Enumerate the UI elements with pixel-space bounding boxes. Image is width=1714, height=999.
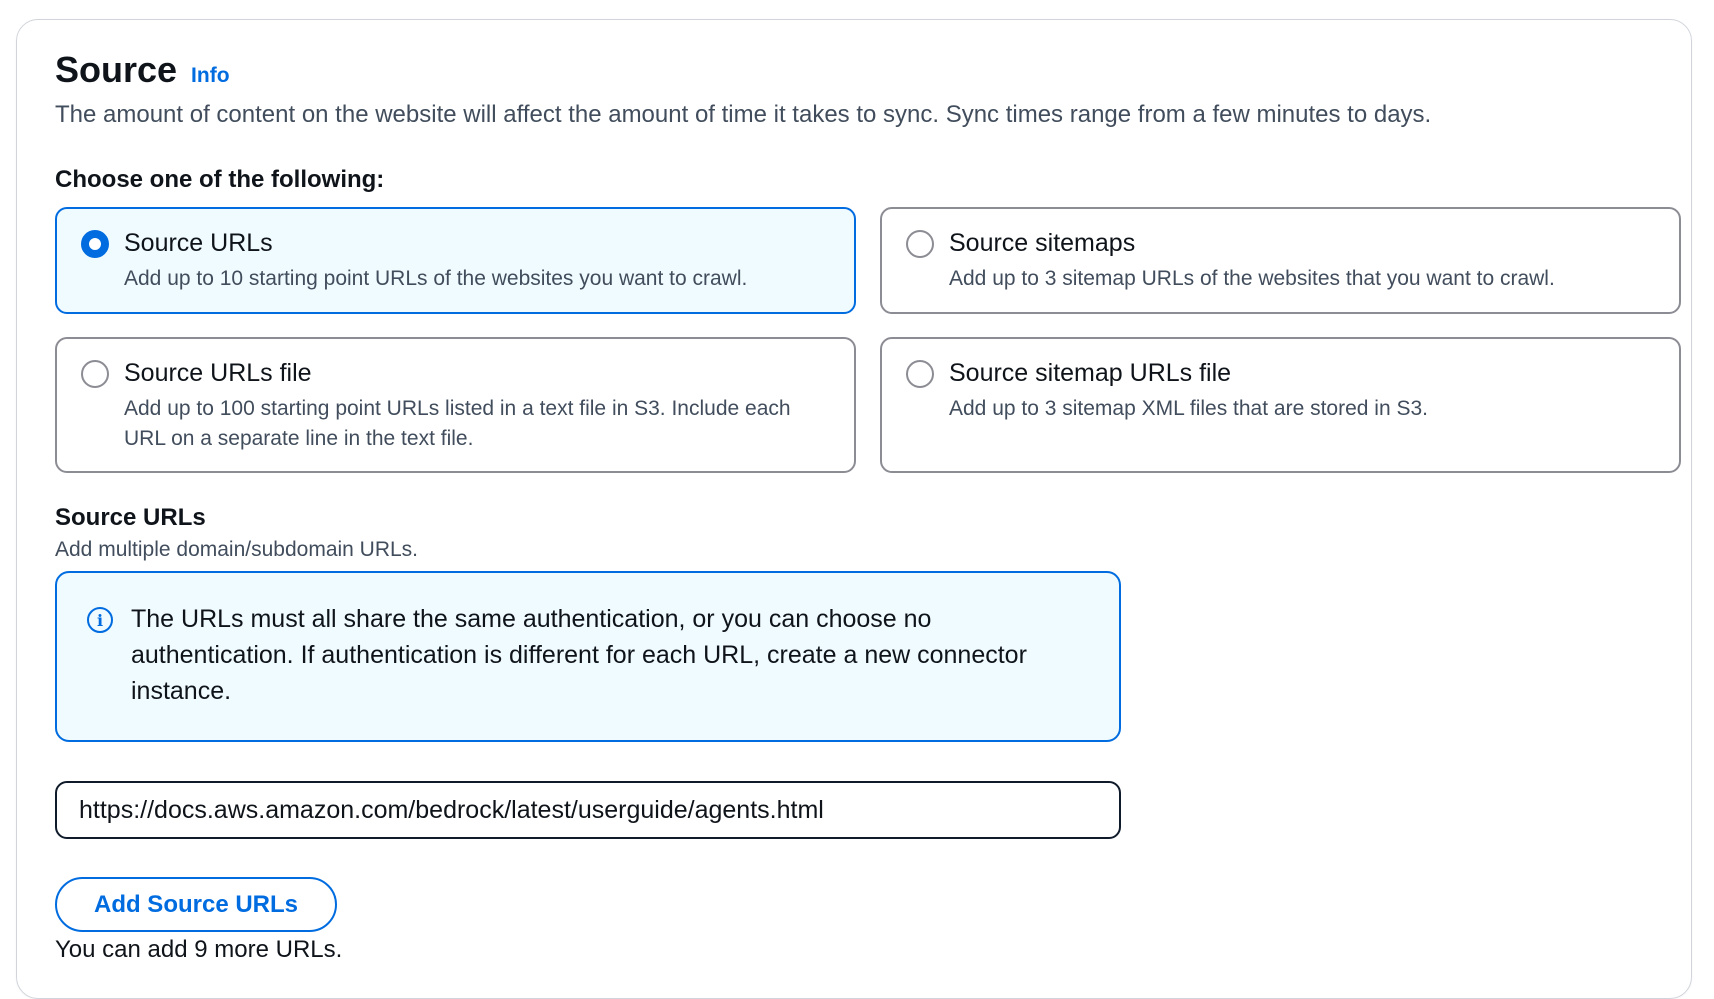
radio-unselected-icon[interactable] bbox=[81, 360, 109, 388]
radio-selected-icon[interactable] bbox=[81, 230, 109, 258]
option-source-sitemaps[interactable]: Source sitemaps Add up to 3 sitemap URLs… bbox=[880, 207, 1681, 314]
section-description: The amount of content on the website wil… bbox=[55, 101, 1432, 128]
option-description: Add up to 3 sitemap URLs of the websites… bbox=[949, 267, 1555, 290]
choose-label: Choose one of the following: bbox=[55, 166, 385, 193]
radio-unselected-icon[interactable] bbox=[906, 230, 934, 258]
source-url-input[interactable] bbox=[55, 781, 1121, 839]
add-source-urls-button[interactable]: Add Source URLs bbox=[55, 877, 337, 932]
option-description: Add up to 3 sitemap XML files that are s… bbox=[949, 397, 1428, 420]
info-alert: i The URLs must all share the same authe… bbox=[55, 571, 1121, 742]
option-title: Source sitemap URLs file bbox=[949, 359, 1232, 387]
option-description: Add up to 10 starting point URLs of the … bbox=[124, 267, 748, 290]
option-title: Source URLs file bbox=[124, 359, 312, 387]
option-description: Add up to 100 starting point URLs listed… bbox=[124, 397, 791, 450]
option-source-sitemap-urls-file[interactable]: Source sitemap URLs file Add up to 3 sit… bbox=[880, 337, 1681, 473]
section-title: Source bbox=[55, 49, 178, 90]
info-circle-icon: i bbox=[87, 607, 113, 633]
alert-text: The URLs must all share the same authent… bbox=[131, 605, 1027, 705]
option-title: Source sitemaps bbox=[949, 229, 1136, 257]
remaining-urls-helper: You can add 9 more URLs. bbox=[55, 936, 343, 963]
option-source-urls[interactable]: Source URLs Add up to 10 starting point … bbox=[55, 207, 856, 314]
source-urls-label: Source URLs bbox=[55, 504, 206, 531]
info-link[interactable]: Info bbox=[191, 64, 229, 88]
section-header: Source Info bbox=[55, 52, 230, 88]
option-source-urls-file[interactable]: Source URLs file Add up to 100 starting … bbox=[55, 337, 856, 473]
option-title: Source URLs bbox=[124, 229, 273, 257]
radio-unselected-icon[interactable] bbox=[906, 360, 934, 388]
source-urls-description: Add multiple domain/subdomain URLs. bbox=[55, 538, 419, 561]
